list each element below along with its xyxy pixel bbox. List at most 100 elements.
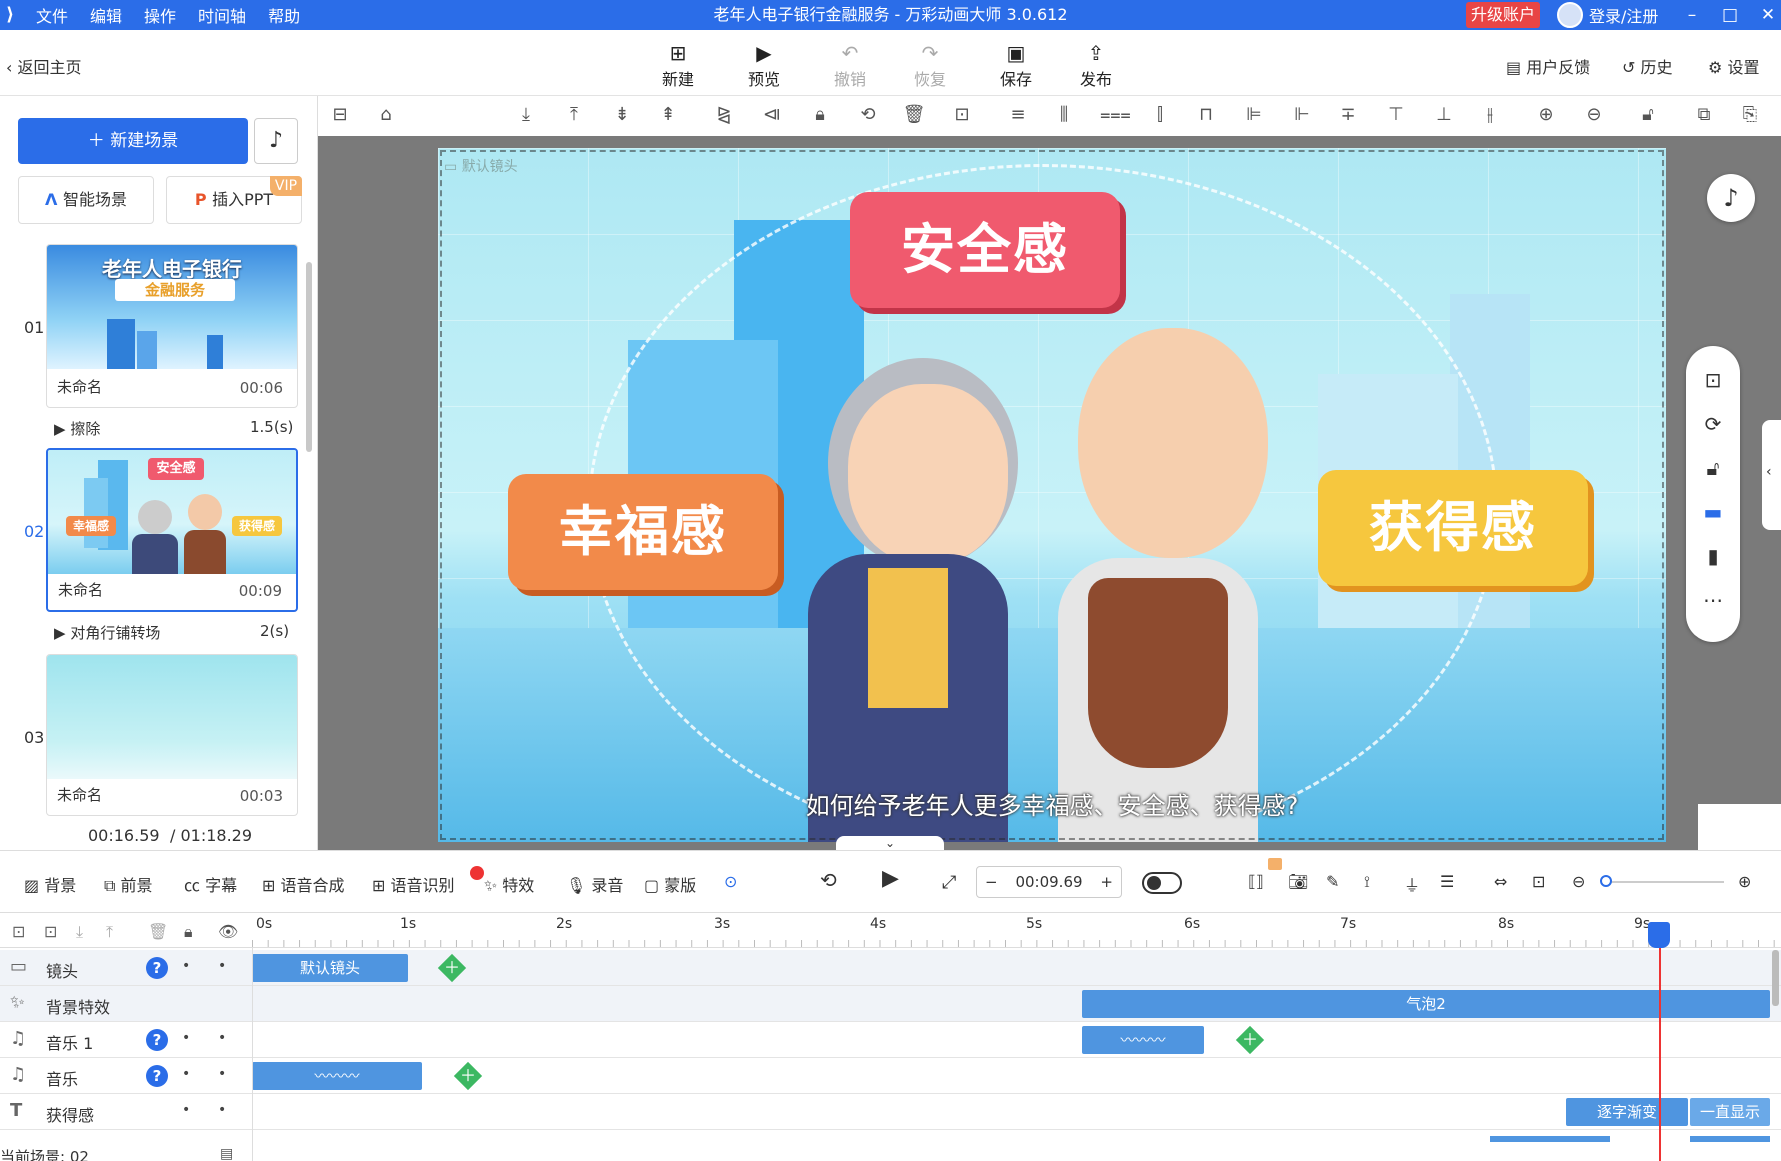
transition-item[interactable]: ▶︎ 擦除: [54, 418, 100, 439]
filter-icon[interactable]: ⏚: [1404, 872, 1420, 896]
flip-h-icon[interactable]: ⧎: [712, 104, 736, 125]
notes-icon[interactable]: ▤: [220, 1146, 233, 1161]
subtitle-button[interactable]: ㏄ 字幕: [184, 872, 237, 896]
ratio-icon[interactable]: ⊡: [1532, 872, 1545, 891]
track-row-music1[interactable]: [0, 1022, 1781, 1058]
foreground-button[interactable]: ⧉ 前景: [104, 872, 153, 896]
move-up-icon[interactable]: ⤒: [106, 922, 113, 942]
zoom-slider-knob[interactable]: [1600, 875, 1612, 887]
help-icon[interactable]: ?: [146, 1029, 168, 1051]
scene-card-03[interactable]: 未命名 00:03: [46, 654, 298, 816]
delete-icon[interactable]: 🗑︎: [148, 922, 168, 941]
replay-icon[interactable]: ⟲: [820, 868, 837, 892]
background-button[interactable]: ▨ 背景: [24, 872, 76, 896]
music-note-button[interactable]: ♪: [254, 118, 298, 164]
screenshot-icon[interactable]: ⊡: [1686, 368, 1740, 392]
playhead-handle[interactable]: [1648, 922, 1670, 948]
partial-clip[interactable]: [1690, 1136, 1770, 1142]
lock-icon[interactable]: 🔒︎: [808, 104, 832, 125]
upgrade-button[interactable]: 升级账户: [1466, 2, 1540, 28]
flip-v-icon[interactable]: ⧏: [760, 104, 784, 125]
align-middle-h-icon[interactable]: ⩶: [1100, 104, 1131, 125]
align-right-icon[interactable]: ⊩: [1290, 104, 1314, 125]
bubble-effect-clip[interactable]: 气泡2: [1082, 990, 1770, 1018]
help-icon[interactable]: ?: [146, 957, 168, 979]
top-edge-icon[interactable]: ⊤: [1384, 104, 1408, 125]
minimap[interactable]: [1698, 804, 1781, 850]
partial-clip[interactable]: [1490, 1136, 1610, 1142]
align-top-icon[interactable]: ⤒: [562, 104, 586, 125]
zoom-out-icon[interactable]: ⊖: [1582, 104, 1606, 125]
rotate-icon[interactable]: ⟳: [1686, 412, 1740, 436]
new-button[interactable]: ⊞ 新建: [646, 40, 710, 90]
align-bottom-icon[interactable]: ⤓: [514, 104, 538, 125]
camera-clip[interactable]: 默认镜头: [252, 954, 408, 982]
home-icon[interactable]: ⌂: [374, 104, 398, 125]
history-link[interactable]: ↺ 历史: [1622, 54, 1673, 78]
fit-width-icon[interactable]: ⇔: [1494, 872, 1507, 891]
help-icon[interactable]: ?: [146, 1065, 168, 1087]
copy-icon[interactable]: ⧉: [1692, 104, 1716, 125]
distribute-h-icon[interactable]: ⫿: [1148, 104, 1172, 125]
eye-icon[interactable]: 👁︎: [218, 922, 238, 941]
feedback-link[interactable]: ▤ 用户反馈: [1506, 54, 1590, 78]
spacing-icon[interactable]: ⫲: [1478, 104, 1502, 125]
unlock-icon[interactable]: 🔓︎: [1636, 104, 1660, 125]
add-layer-icon[interactable]: ⊡: [44, 922, 57, 941]
lock-icon[interactable]: 🔒︎: [184, 922, 193, 942]
dot-icon[interactable]: •: [182, 1066, 190, 1082]
zoom-slider[interactable]: [1604, 881, 1724, 883]
music-note-icon[interactable]: ♪: [1707, 174, 1755, 222]
scene-card-01[interactable]: 老年人电子银行 金融服务 未命名 00:06: [46, 244, 298, 408]
save-button[interactable]: ▣ 保存: [984, 40, 1048, 90]
minimize-icon[interactable]: –: [1672, 0, 1712, 30]
record-button[interactable]: 🎙︎ 录音: [566, 872, 623, 896]
camera-icon[interactable]: 📷︎: [1288, 872, 1308, 891]
effects-button[interactable]: ✨︎ 特效: [484, 872, 534, 896]
paste-icon[interactable]: ⎘: [1738, 104, 1762, 125]
ruler-icon[interactable]: ⊟: [328, 104, 352, 125]
zoom-in-icon[interactable]: ⊕: [1738, 872, 1751, 891]
chevron-down-icon[interactable]: ⌄: [836, 836, 944, 850]
bottom-edge-icon[interactable]: ⊥: [1432, 104, 1456, 125]
scene-scrollbar[interactable]: [306, 262, 312, 452]
text-enter-clip[interactable]: 逐字渐变: [1566, 1098, 1688, 1126]
redo-button[interactable]: ↷ 恢复: [898, 40, 962, 90]
dot-icon[interactable]: •: [218, 1030, 226, 1046]
menu-help[interactable]: 帮助: [268, 3, 300, 27]
preview-button[interactable]: ▶ 预览: [732, 40, 796, 90]
distribute-v-icon[interactable]: ⊓: [1194, 104, 1218, 125]
adjust-icon[interactable]: ☰: [1440, 872, 1454, 891]
stage-canvas[interactable]: 安全感 幸福感 获得感 ▭ 默认镜头 如何给予老年人更多幸福感、安全感、获得感?: [438, 148, 1666, 842]
align-left-icon[interactable]: ⊫: [1242, 104, 1266, 125]
scene-card-02[interactable]: 安全感 幸福感 获得感 未命名 00:09: [46, 448, 298, 612]
text-stay-clip[interactable]: 一直显示: [1690, 1098, 1770, 1126]
dot-icon[interactable]: •: [218, 1066, 226, 1082]
music1-clip[interactable]: 〰︎〰︎〰︎: [1082, 1026, 1204, 1054]
monitor-icon[interactable]: ▬: [1686, 500, 1740, 524]
fit-icon[interactable]: ⊡: [950, 104, 974, 125]
more-icon[interactable]: ⊙: [724, 872, 737, 891]
unlock-icon[interactable]: 🔓︎: [1686, 456, 1740, 480]
menu-operate[interactable]: 操作: [144, 3, 176, 27]
login-button[interactable]: 登录/注册: [1557, 0, 1658, 30]
maximize-icon[interactable]: □: [1710, 0, 1750, 30]
transition-item[interactable]: ▶︎ 对角行铺转场: [54, 622, 160, 643]
menu-file[interactable]: 文件: [36, 3, 68, 27]
subtitle-caption[interactable]: 如何给予老年人更多幸福感、安全感、获得感?: [438, 786, 1666, 821]
center-icon[interactable]: ∓: [1336, 104, 1360, 125]
back-home-link[interactable]: ‹ 返回主页: [6, 54, 82, 78]
zoom-in-icon[interactable]: ⊕: [1534, 104, 1558, 125]
delete-icon[interactable]: 🗑︎: [902, 104, 926, 125]
speech-recognition-button[interactable]: ⊞ 语音识别: [372, 872, 455, 896]
dot-icon[interactable]: •: [182, 958, 190, 974]
time-ruler[interactable]: [252, 912, 1781, 948]
edit-icon[interactable]: ✎: [1326, 872, 1339, 891]
new-scene-button[interactable]: ＋ 新建场景: [18, 118, 248, 164]
crop-icon[interactable]: ⟦⟧: [1248, 872, 1264, 891]
timeline-scrollbar[interactable]: [1772, 950, 1779, 1006]
rotate-icon[interactable]: ⟲: [856, 104, 880, 125]
side-panel-toggle[interactable]: ‹: [1762, 420, 1781, 530]
track-row-text[interactable]: [0, 1094, 1781, 1130]
toggle-switch[interactable]: [1142, 872, 1182, 894]
